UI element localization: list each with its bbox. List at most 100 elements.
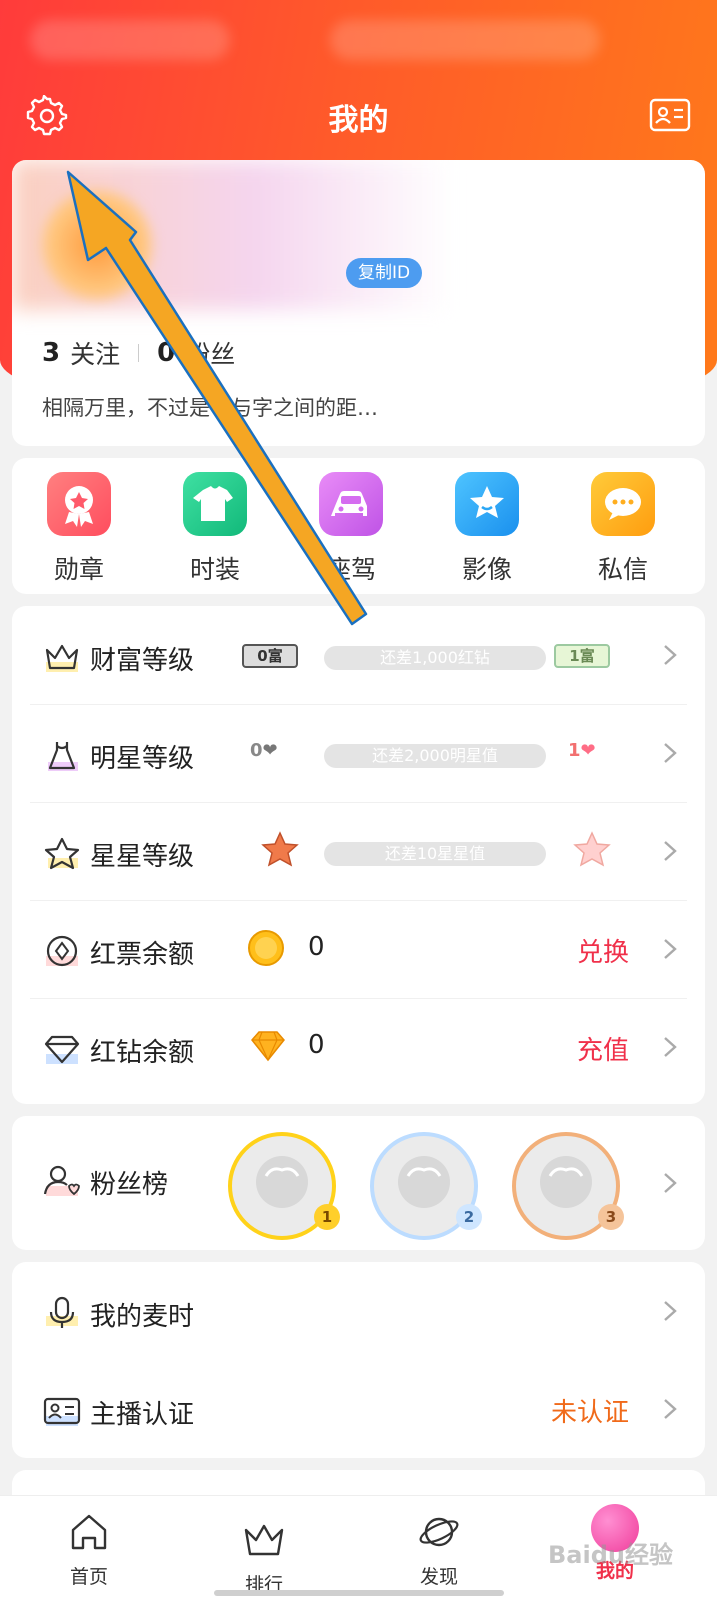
rank-2-badge: 2 xyxy=(456,1204,482,1230)
rank-1-badge: 1 xyxy=(314,1204,340,1230)
row-divider xyxy=(30,802,687,803)
red-ticket-amount: 0 xyxy=(308,932,325,962)
message-icon xyxy=(591,472,655,536)
following-label[interactable]: 关注 xyxy=(70,335,120,371)
fans-person-icon xyxy=(43,1165,80,1196)
fans-count[interactable]: 0 xyxy=(157,338,175,368)
fans-label[interactable]: 粉丝 xyxy=(185,335,235,371)
wealth-next-badge: 1富 xyxy=(554,644,610,668)
tab-label: 发现 xyxy=(419,1566,458,1588)
shortcut-label: 座驾 xyxy=(325,555,376,584)
status-bar-blur xyxy=(30,20,230,60)
planet-icon xyxy=(419,1517,459,1547)
chevron-right-icon xyxy=(664,1037,677,1057)
gold-diamond-icon xyxy=(251,1031,285,1062)
chevron-right-icon xyxy=(664,1173,677,1193)
mic-time-label: 我的麦时 xyxy=(90,1302,195,1332)
shortcut-photo[interactable]: 影像 xyxy=(442,472,532,586)
crown-icon xyxy=(244,1524,284,1556)
exchange-button[interactable]: 兑换 xyxy=(577,932,629,969)
stars-progress-bar: 还差10星星值 xyxy=(324,842,546,866)
recharge-button[interactable]: 充值 xyxy=(577,1030,629,1067)
tab-discover[interactable]: 发现 xyxy=(394,1510,484,1589)
home-indicator[interactable] xyxy=(214,1590,504,1596)
diamond-outline-icon xyxy=(44,1035,80,1064)
star-level-label: 明星等级 xyxy=(90,744,195,774)
chevron-right-icon xyxy=(664,841,677,861)
status-bar-blur xyxy=(330,20,600,60)
baidu-watermark: Baidu经验 xyxy=(548,1541,673,1569)
grey-heart-icon: ❤ xyxy=(262,740,278,761)
home-icon xyxy=(71,1514,107,1550)
star-level-progress-bar: 还差2,000明星值 xyxy=(324,744,546,768)
shortcut-car[interactable]: 座驾 xyxy=(306,472,396,586)
row-divider xyxy=(30,998,687,999)
star-photo-icon xyxy=(455,472,519,536)
fans-board-label: 粉丝榜 xyxy=(90,1170,169,1200)
red-diamond-label: 红钻余额 xyxy=(90,1038,195,1068)
levels-card: 财富等级 0富 还差1,000红钻 1富 明星等级 0❤ 还差2,000明星值 … xyxy=(12,606,705,1104)
wealth-level-row[interactable]: 财富等级 0富 还差1,000红钻 1富 xyxy=(12,606,705,704)
profile-card[interactable]: 复制ID 3 关注 0 粉丝 相隔万里，不过是字与字之间的距… xyxy=(12,160,705,446)
ticket-icon xyxy=(46,935,78,967)
gold-coin-icon xyxy=(248,930,284,966)
chevron-right-icon xyxy=(664,1301,677,1321)
misc-card: 我的麦时 主播认证 未认证 xyxy=(12,1262,705,1458)
bronze-star-icon xyxy=(261,831,299,867)
shortcut-label: 影像 xyxy=(461,555,512,584)
row-divider xyxy=(30,704,687,705)
chevron-right-icon xyxy=(664,1399,677,1419)
red-diamond-amount: 0 xyxy=(308,1030,325,1060)
profile-bio[interactable]: 相隔万里，不过是字与字之间的距… xyxy=(42,392,378,422)
tab-ranking[interactable]: 排行 xyxy=(219,1518,309,1597)
following-count[interactable]: 3 xyxy=(42,338,60,368)
tab-home[interactable]: 首页 xyxy=(44,1510,134,1589)
star-level-row[interactable]: 明星等级 0❤ 还差2,000明星值 1❤ xyxy=(12,704,705,802)
star-level-current-value: 0 xyxy=(250,740,263,761)
copy-id-button[interactable]: 复制ID xyxy=(346,258,423,288)
page-title: 我的 xyxy=(328,103,389,138)
medal-icon xyxy=(47,472,111,536)
shortcut-medal[interactable]: 勋章 xyxy=(34,472,124,586)
red-ticket-row[interactable]: 红票余额 0 兑换 xyxy=(12,900,705,998)
wealth-current-badge: 0富 xyxy=(242,644,298,668)
chevron-right-icon xyxy=(664,645,677,665)
anchor-cert-row[interactable]: 主播认证 未认证 xyxy=(12,1360,705,1458)
rank-3-badge: 3 xyxy=(598,1204,624,1230)
wealth-level-label: 财富等级 xyxy=(90,646,195,676)
id-card-icon[interactable] xyxy=(649,97,691,133)
chevron-right-icon xyxy=(664,939,677,959)
anchor-cert-label: 主播认证 xyxy=(90,1400,195,1430)
dress-icon xyxy=(48,742,78,771)
mic-time-row[interactable]: 我的麦时 xyxy=(12,1262,705,1360)
microphone-icon xyxy=(46,1296,78,1328)
crown-icon xyxy=(45,644,79,672)
shortcuts-card: 勋章 时装 座驾 影像 私信 xyxy=(12,458,705,594)
stars-level-label: 星星等级 xyxy=(90,842,195,872)
stars-level-row[interactable]: 星星等级 还差10星星值 xyxy=(12,802,705,900)
shortcut-label: 时装 xyxy=(189,555,240,584)
row-divider xyxy=(30,900,687,901)
pink-star-icon xyxy=(573,831,611,867)
avatar[interactable] xyxy=(42,190,152,300)
fans-board-card[interactable]: 粉丝榜 1 2 3 xyxy=(12,1116,705,1250)
star-level-current-badge: 0❤ xyxy=(250,740,278,761)
shortcut-label: 私信 xyxy=(597,555,648,584)
tab-label: 首页 xyxy=(69,1566,108,1588)
id-card-outline-icon xyxy=(43,1397,81,1426)
top-bar: 我的 xyxy=(0,85,717,145)
shortcut-message[interactable]: 私信 xyxy=(578,472,668,586)
red-ticket-label: 红票余额 xyxy=(90,940,195,970)
tshirt-icon xyxy=(183,472,247,536)
car-icon xyxy=(319,472,383,536)
chevron-right-icon xyxy=(664,743,677,763)
shortcut-label: 勋章 xyxy=(53,555,104,584)
cert-status: 未认证 xyxy=(550,1398,629,1428)
star-level-next-badge: 1❤ xyxy=(568,740,596,761)
follow-stats: 3 关注 0 粉丝 xyxy=(42,335,235,371)
red-diamond-row[interactable]: 红钻余额 0 充值 xyxy=(12,998,705,1096)
shortcut-fashion[interactable]: 时装 xyxy=(170,472,260,586)
star-level-next-value: 1 xyxy=(568,740,581,761)
pink-heart-icon: ❤ xyxy=(580,740,596,761)
stats-divider xyxy=(138,344,140,362)
